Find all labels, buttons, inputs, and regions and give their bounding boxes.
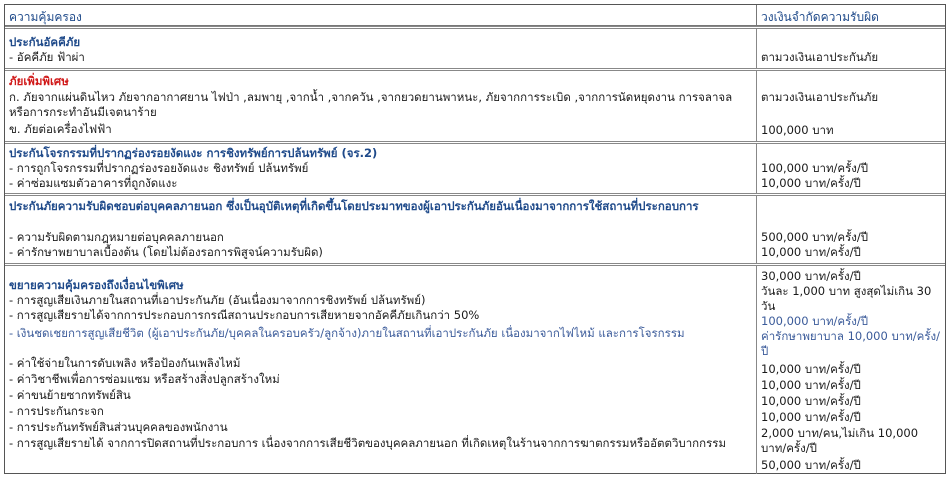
section-limit-cell: ตามวงเงินเอาประกันภัย	[757, 29, 945, 68]
coverage-item: ข. ภัยต่อเครื่องไฟฟ้า	[9, 122, 112, 136]
coverage-item: - ความรับผิดตามกฎหมายต่อบุคคลภายนอก	[9, 230, 224, 244]
section-coverage-cell: ประกันอัคคีภัย - อัคคีภัย ฟ้าผ่า	[5, 29, 757, 68]
section-title: ประกันโจรกรรมที่ปรากฏร่องรอยงัดแงะ การชิ…	[9, 146, 378, 160]
section-additional-perils: ภัยเพิ่มพิเศษ ก. ภัยจากแผ่นดินไหว ภัยจาก…	[5, 68, 945, 141]
coverage-item: - ค่ารักษาพยาบาลเบื้องต้น (โดยไม่ต้องรอก…	[9, 245, 323, 259]
header-limit-cell: วงเงินจำกัดความรับผิด	[757, 5, 945, 25]
limit-value: 100,000 บาท/ครั้ง/ปี	[761, 314, 869, 328]
limit-value: 30,000 บาท/ครั้ง/ปี	[761, 269, 861, 283]
section-coverage-cell: ประกันโจรกรรมที่ปรากฏร่องรอยงัดแงะ การชิ…	[5, 144, 757, 193]
limit-value: ตามวงเงินเอาประกันภัย	[761, 50, 879, 64]
coverage-item: - การประกันกระจก	[9, 404, 104, 418]
section-public-liability: ประกันภัยความรับผิดชอบต่อบุคคลภายนอก ซึ่…	[5, 193, 945, 263]
limit-value: 500,000 บาท/ครั้ง/ปี	[761, 230, 869, 244]
limit-value: 2,000 บาท/คน,ไม่เกิน 10,000 บาท/ครั้ง/ปี	[761, 426, 919, 455]
limit-value: 10,000 บาท/ครั้ง/ปี	[761, 394, 861, 408]
section-burglary: ประกันโจรกรรมที่ปรากฏร่องรอยงัดแงะ การชิ…	[5, 141, 945, 193]
limit-value: 50,000 บาท/ครั้ง/ปี	[761, 458, 861, 472]
limit-value: 10,000 บาท/ครั้ง/ปี	[761, 176, 861, 190]
coverage-item: - การประกันทรัพย์สินส่วนบุคคลของพนักงาน	[9, 420, 228, 434]
coverage-item: - ค่าใช้จ่ายในการดับเพลิง หรือป้องกันเพล…	[9, 356, 241, 370]
coverage-item: - ค่าวิชาชีพเพื่อการซ่อมแซม หรือสร้างสิ่…	[9, 372, 280, 386]
section-title: ประกันอัคคีภัย	[9, 35, 81, 49]
coverage-item: - การสูญเสียรายได้ จากการปิดสถานที่ประกอ…	[9, 436, 727, 450]
header-coverage: ความคุ้มครอง	[9, 10, 82, 24]
limit-value: ตามวงเงินเอาประกันภัย	[761, 90, 879, 104]
coverage-item: - ค่าซ่อมแซมตัวอาคารที่ถูกงัดแงะ	[9, 176, 178, 190]
limit-value: วันละ 1,000 บาท สูงสุดไม่เกิน 30 วัน	[761, 284, 932, 313]
section-title: ภัยเพิ่มพิเศษ	[9, 74, 69, 88]
coverage-item: - ค่าขนย้ายซากทรัพย์สิน	[9, 388, 131, 402]
section-limit-cell: 500,000 บาท/ครั้ง/ปี 10,000 บาท/ครั้ง/ปี	[757, 196, 945, 263]
coverage-item: - การสูญเสียรายได้จากการประกอบการกรณีสถา…	[9, 308, 480, 322]
limit-value: 10,000 บาท/ครั้ง/ปี	[761, 410, 861, 424]
section-extended-coverage: ขยายความคุ้มครองถึงเงื่อนไขพิเศษ - การสู…	[5, 263, 945, 474]
coverage-item: - เงินชดเชยการสูญเสียชีวิต (ผู้เอาประกัน…	[9, 326, 685, 340]
section-title: ขยายความคุ้มครองถึงเงื่อนไขพิเศษ	[9, 278, 184, 292]
section-title: ประกันภัยความรับผิดชอบต่อบุคคลภายนอก ซึ่…	[9, 199, 699, 213]
limit-value: 10,000 บาท/ครั้ง/ปี	[761, 362, 861, 376]
limit-value: 100,000 บาท	[761, 123, 834, 137]
section-limit-cell: 30,000 บาท/ครั้ง/ปี วันละ 1,000 บาท สูงส…	[757, 266, 945, 474]
coverage-item: ก. ภัยจากแผ่นดินไหว ภัยจากอากาศยาน ไฟป่า…	[9, 90, 733, 119]
section-coverage-cell: ขยายความคุ้มครองถึงเงื่อนไขพิเศษ - การสู…	[5, 266, 757, 474]
section-coverage-cell: ประกันภัยความรับผิดชอบต่อบุคคลภายนอก ซึ่…	[5, 196, 757, 263]
limit-value: 100,000 บาท/ครั้ง/ปี	[761, 161, 869, 175]
section-fire-insurance: ประกันอัคคีภัย - อัคคีภัย ฟ้าผ่า ตามวงเง…	[5, 26, 945, 68]
section-limit-cell: 100,000 บาท/ครั้ง/ปี 10,000 บาท/ครั้ง/ปี	[757, 144, 945, 193]
coverage-item: - อัคคีภัย ฟ้าผ่า	[9, 50, 85, 64]
coverage-item: - การสูญเสียเงินภายในสถานที่เอาประกันภัย…	[9, 293, 426, 307]
section-limit-cell: ตามวงเงินเอาประกันภัย 100,000 บาท	[757, 71, 945, 141]
coverage-table: ความคุ้มครอง วงเงินจำกัดความรับผิด ประกั…	[4, 4, 946, 474]
limit-value: ค่ารักษาพยาบาล 10,000 บาท/ครั้ง/ปี	[761, 329, 941, 358]
header-limit: วงเงินจำกัดความรับผิด	[761, 10, 879, 24]
limit-value: 10,000 บาท/ครั้ง/ปี	[761, 378, 861, 392]
coverage-item: - การถูกโจรกรรมที่ปรากฏร่องรอยงัดแงะ ชิง…	[9, 161, 309, 175]
section-coverage-cell: ภัยเพิ่มพิเศษ ก. ภัยจากแผ่นดินไหว ภัยจาก…	[5, 71, 757, 141]
header-coverage-cell: ความคุ้มครอง	[5, 5, 757, 25]
table-header: ความคุ้มครอง วงเงินจำกัดความรับผิด	[5, 5, 945, 26]
limit-value: 10,000 บาท/ครั้ง/ปี	[761, 245, 861, 259]
